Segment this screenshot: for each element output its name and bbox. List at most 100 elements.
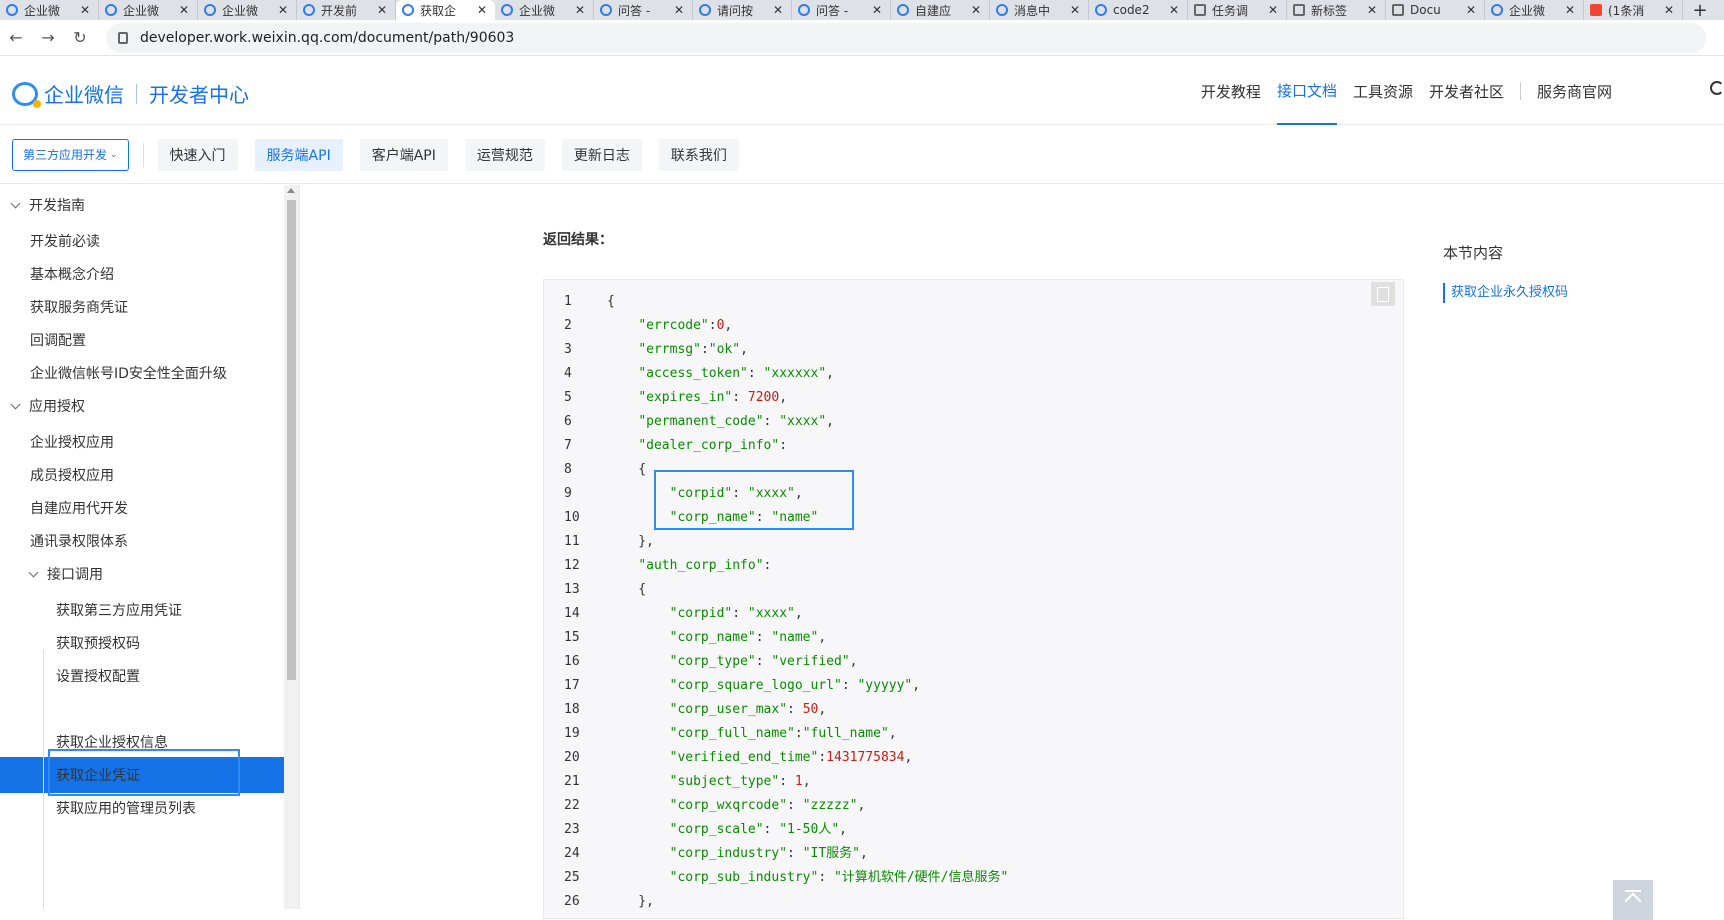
sidebar-item[interactable]: 应用授权 [10, 396, 85, 416]
browser-tab[interactable]: 新标签 ✕ [1287, 0, 1386, 20]
back-to-top-icon[interactable] [1613, 880, 1653, 920]
sidebar-item[interactable]: 获取预授权码 [56, 633, 140, 653]
code-token: : [755, 630, 772, 645]
browser-tab[interactable]: 企业微 ✕ [99, 0, 198, 20]
close-icon[interactable]: ✕ [1664, 3, 1674, 17]
browser-tab[interactable]: 自建应 ✕ [891, 0, 990, 20]
sidebar-item[interactable]: 获取服务商凭证 [30, 297, 128, 317]
close-icon[interactable]: ✕ [377, 3, 387, 17]
sidebar-item[interactable]: 企业微信帐号ID安全性全面升级 [30, 363, 227, 383]
sidebar-item[interactable]: 获取企业永久授权码 [56, 699, 182, 719]
close-icon[interactable]: ✕ [1466, 3, 1476, 17]
close-icon[interactable]: ✕ [971, 3, 981, 17]
sidebar-item[interactable]: 开发前必读 [30, 231, 100, 251]
close-icon[interactable]: ✕ [477, 3, 487, 17]
code-token: "corp_industry" [669, 846, 788, 861]
browser-tab[interactable]: 企业微 ✕ [495, 0, 594, 20]
close-icon[interactable]: ✕ [278, 3, 288, 17]
top-nav-item[interactable]: 接口文档 [1276, 57, 1337, 125]
toc-item[interactable]: 获取企业永久授权码 [1443, 283, 1568, 303]
top-nav-item[interactable]: 开发教程 [1201, 57, 1261, 125]
code-text: "subject_type": 1, [607, 770, 811, 794]
sidebar-item[interactable]: 获取应用的管理员列表 [56, 798, 196, 818]
close-icon[interactable]: ✕ [872, 3, 882, 17]
close-icon[interactable]: ✕ [1565, 3, 1575, 17]
browser-tab[interactable]: 开发前 ✕ [297, 0, 396, 20]
code-token: , [818, 702, 827, 717]
close-icon[interactable]: ✕ [674, 3, 684, 17]
sidebar-scrollbar-thumb[interactable] [287, 200, 296, 680]
sidebar-item[interactable]: 自建应用代开发 [30, 498, 128, 518]
browser-tab[interactable]: 企业微 ✕ [198, 0, 297, 20]
logo[interactable]: 企业微信 开发者中心 [12, 79, 249, 108]
wecom-icon [501, 4, 513, 16]
sidebar-item[interactable]: 开发指南 [10, 195, 85, 215]
sidebar-item[interactable]: 接口调用 [28, 564, 103, 584]
subnav-button[interactable]: 服务端API [254, 138, 343, 171]
close-icon[interactable]: ✕ [575, 3, 585, 17]
line-number: 23 [564, 822, 580, 837]
url-field[interactable]: developer.work.weixin.qq.com/document/pa… [106, 22, 1706, 53]
reload-icon[interactable]: ↻ [64, 28, 96, 47]
search-icon[interactable] [1710, 81, 1724, 95]
code-text: "errcode":0, [607, 314, 732, 338]
sidebar-item[interactable]: 回调配置 [30, 330, 86, 350]
browser-tab[interactable]: 消息中 ✕ [990, 0, 1089, 20]
line-number: 8 [564, 462, 572, 477]
code-token: : [787, 702, 803, 717]
code-text: { [607, 458, 646, 482]
sidebar-item[interactable]: 获取企业授权信息 [56, 732, 168, 752]
browser-tab[interactable]: Docu ✕ [1386, 0, 1485, 20]
subnav-button[interactable]: 运营规范 [464, 138, 545, 171]
forward-icon[interactable]: → [32, 28, 64, 47]
sidebar-item[interactable]: 基本概念介绍 [30, 264, 114, 284]
line-number: 21 [564, 774, 580, 789]
subnav-button[interactable]: 联系我们 [658, 138, 739, 171]
browser-tab[interactable]: code2 ✕ [1089, 0, 1188, 20]
code-token: : [708, 318, 717, 333]
code-token: "corp_full_name" [669, 726, 795, 741]
browser-tab[interactable]: 问答 - ✕ [792, 0, 891, 20]
copy-icon[interactable] [1371, 282, 1395, 306]
subnav-button[interactable]: 更新日志 [561, 138, 642, 171]
close-icon[interactable]: ✕ [1169, 3, 1179, 17]
browser-tab[interactable]: 请问按 ✕ [693, 0, 792, 20]
close-icon[interactable]: ✕ [1268, 3, 1278, 17]
sidebar-item[interactable]: 通讯录权限体系 [30, 531, 128, 551]
sidebar-item-label: 企业授权应用 [30, 435, 114, 451]
top-nav-item[interactable]: 开发者社区 [1429, 57, 1504, 125]
close-icon[interactable]: ✕ [1367, 3, 1377, 17]
code-token: : [763, 558, 772, 573]
browser-tab[interactable]: 企业微 ✕ [0, 0, 99, 20]
browser-tab[interactable]: 任务调 ✕ [1188, 0, 1287, 20]
code-token: : [787, 798, 803, 813]
category-dropdown[interactable]: 第三方应用开发 ⌄ [12, 138, 129, 171]
subnav-button[interactable]: 客户端API [359, 138, 448, 171]
browser-tab[interactable]: 企业微 ✕ [1485, 0, 1584, 20]
browser-tab[interactable]: 问答 - ✕ [594, 0, 693, 20]
top-nav-item[interactable]: 服务商官网 [1537, 57, 1612, 125]
browser-tab[interactable]: 获取企 ✕ [396, 0, 495, 20]
sidebar-item[interactable]: 获取企业凭证 [56, 765, 140, 785]
sidebar-item[interactable]: 企业授权应用 [30, 432, 114, 452]
code-token: "zzzzz" [802, 798, 858, 813]
close-icon[interactable]: ✕ [1070, 3, 1080, 17]
browser-tab[interactable]: (1条消 ✕ [1584, 0, 1683, 20]
logo-subtitle: 开发者中心 [149, 83, 249, 107]
code-token: : [794, 726, 803, 741]
close-icon[interactable]: ✕ [80, 3, 90, 17]
top-nav-item[interactable]: 工具资源 [1353, 57, 1413, 125]
sidebar-item[interactable]: 成员授权应用 [30, 465, 114, 485]
line-number: 14 [564, 606, 580, 621]
close-icon[interactable]: ✕ [179, 3, 189, 17]
sidebar-item[interactable]: 获取第三方应用凭证 [56, 600, 182, 620]
code-token: "errcode" [638, 318, 709, 333]
sidebar-item[interactable]: 设置授权配置 [56, 666, 140, 686]
new-tab-icon[interactable]: + [1683, 0, 1717, 20]
close-icon[interactable]: ✕ [773, 3, 783, 17]
subnav-button[interactable]: 快速入门 [157, 138, 238, 171]
line-number: 11 [564, 534, 580, 549]
scroll-up-arrow-icon[interactable] [287, 188, 295, 193]
back-icon[interactable]: ← [0, 28, 32, 47]
